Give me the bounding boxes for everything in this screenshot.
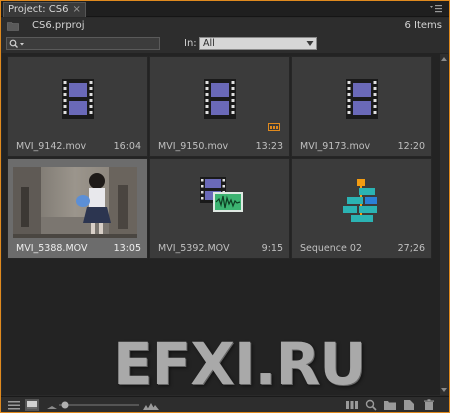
item-name: MVI_9173.mov bbox=[300, 141, 371, 152]
panel-bottom-bar bbox=[1, 396, 449, 412]
project-panel: Project: CS6 × CS6.prproj 6 Items In: Al… bbox=[0, 0, 450, 413]
vertical-scrollbar[interactable] bbox=[440, 54, 448, 395]
automate-to-sequence-icon[interactable] bbox=[345, 399, 359, 411]
item-name: MVI_9150.mov bbox=[158, 141, 229, 152]
in-label: In: bbox=[184, 38, 197, 49]
zoom-slider[interactable] bbox=[59, 399, 139, 411]
in-filter-select[interactable]: All bbox=[199, 37, 317, 50]
project-item-tile[interactable]: MVI_9173.mov 12:20 bbox=[291, 56, 432, 157]
item-name: Sequence 02 bbox=[300, 243, 362, 254]
project-item-tile-selected[interactable]: MVI_5388.MOV 13:05 bbox=[7, 158, 148, 259]
find-icon[interactable] bbox=[365, 399, 377, 411]
item-duration: 12:20 bbox=[397, 141, 425, 152]
item-duration: 13:05 bbox=[113, 243, 141, 254]
item-duration: 13:23 bbox=[255, 141, 283, 152]
in-filter-value: All bbox=[203, 38, 215, 49]
new-bin-icon[interactable] bbox=[383, 399, 397, 411]
clear-icon[interactable] bbox=[423, 399, 435, 411]
panel-tab-strip: Project: CS6 × bbox=[1, 1, 449, 17]
search-icon bbox=[9, 39, 24, 48]
item-name: MVI_5388.MOV bbox=[16, 243, 88, 254]
list-view-icon[interactable] bbox=[7, 399, 21, 411]
zoom-out-icon[interactable] bbox=[45, 399, 59, 411]
panel-menu-icon[interactable] bbox=[429, 3, 443, 15]
project-file-name: CS6.prproj bbox=[32, 20, 85, 31]
scroll-up-arrow-icon[interactable] bbox=[441, 56, 447, 62]
item-name: MVI_5392.MOV bbox=[158, 243, 230, 254]
zoom-in-icon[interactable] bbox=[143, 399, 159, 411]
scroll-down-arrow-icon[interactable] bbox=[441, 387, 447, 393]
chevron-down-icon bbox=[306, 41, 314, 46]
video-clip-icon bbox=[204, 79, 236, 119]
project-item-tile[interactable]: Sequence 02 27;26 bbox=[291, 158, 432, 259]
tab-project[interactable]: Project: CS6 × bbox=[3, 2, 86, 17]
used-in-sequence-badge-icon bbox=[268, 123, 280, 131]
video-clip-icon bbox=[346, 79, 378, 119]
item-duration: 27;26 bbox=[397, 243, 425, 254]
tab-close-icon[interactable]: × bbox=[72, 4, 80, 15]
project-item-tile[interactable]: MVI_9150.mov 13:23 bbox=[149, 56, 290, 157]
item-name: MVI_9142.mov bbox=[16, 141, 87, 152]
item-duration: 16:04 bbox=[113, 141, 141, 152]
audio-video-clip-icon bbox=[200, 177, 243, 212]
item-count: 6 Items bbox=[404, 20, 442, 31]
clip-thumbnail bbox=[13, 167, 137, 238]
search-row: In: All bbox=[1, 35, 449, 53]
project-item-tile[interactable]: MVI_9142.mov 16:04 bbox=[7, 56, 148, 157]
sequence-icon bbox=[343, 179, 377, 222]
project-header: CS6.prproj 6 Items bbox=[1, 18, 449, 35]
item-duration: 9:15 bbox=[261, 243, 283, 254]
watermark: EFXI.RU bbox=[113, 330, 366, 398]
project-item-tile[interactable]: MVI_5392.MOV 9:15 bbox=[149, 158, 290, 259]
tab-label: Project: CS6 bbox=[8, 4, 69, 15]
icon-view-icon[interactable] bbox=[25, 399, 39, 411]
video-clip-icon bbox=[62, 79, 94, 119]
new-item-icon[interactable] bbox=[403, 399, 415, 411]
search-input[interactable] bbox=[6, 37, 160, 50]
project-folder-icon bbox=[7, 22, 19, 31]
